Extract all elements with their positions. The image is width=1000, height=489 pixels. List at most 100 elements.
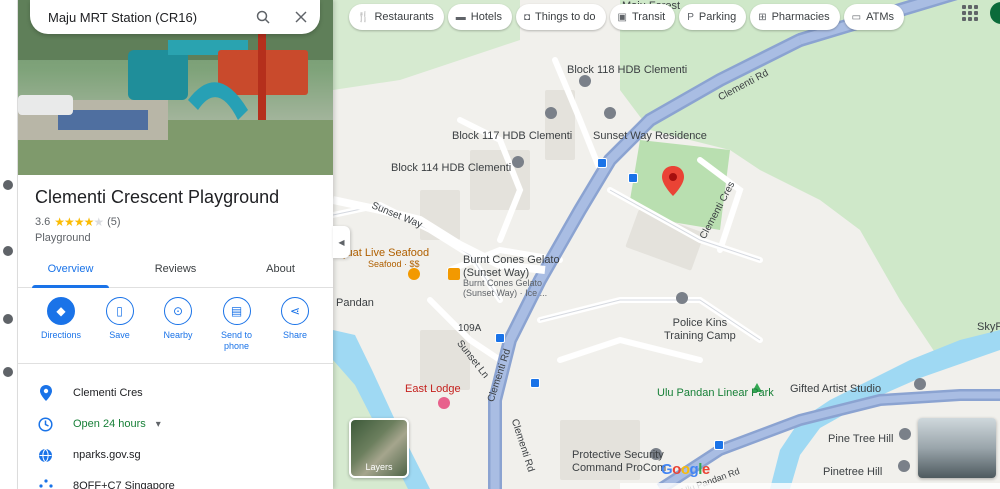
place-photo[interactable]: Maju MRT Station (CR16): [18, 0, 333, 175]
place-category[interactable]: Playground: [35, 232, 91, 244]
directions-icon: ◆: [47, 297, 75, 325]
tab-reviews[interactable]: Reviews: [123, 256, 228, 287]
label-seafood-price: Seafood · $$: [368, 259, 420, 269]
chip-atms[interactable]: ▭ ATMs: [843, 4, 905, 30]
label-block-118[interactable]: Block 118 HDB Clementi: [567, 64, 687, 77]
poi-pin-icon[interactable]: [578, 75, 592, 89]
layers-label: Layers: [365, 462, 393, 472]
restaurant-pin-icon[interactable]: [407, 268, 421, 282]
section-divider: [18, 363, 333, 364]
nearby-icon: ⊙: [164, 297, 192, 325]
search-icon[interactable]: [244, 0, 282, 34]
street-view-thumbnail[interactable]: [918, 418, 996, 478]
place-tabs: Overview Reviews About: [18, 256, 333, 288]
phone-icon: ▤: [222, 297, 251, 325]
hours-row[interactable]: Open 24 hours ▾: [18, 409, 333, 439]
place-panel: Maju MRT Station (CR16) Clementi Crescen…: [18, 0, 333, 489]
pluscode-row[interactable]: 8QFF+C7 Singapore: [18, 471, 333, 489]
directions-label: Directions: [40, 330, 81, 340]
label-gifted-artist-studio[interactable]: Gifted Artist Studio: [790, 383, 881, 396]
save-button[interactable]: ▯ Save: [92, 297, 148, 352]
label-quat-live-seafood[interactable]: Quat Live Seafood: [338, 247, 429, 260]
poi-pin-icon[interactable]: [898, 428, 912, 442]
save-label: Save: [109, 330, 130, 340]
poi-pin-icon[interactable]: [603, 107, 617, 121]
chip-label: Things to do: [535, 11, 596, 23]
chip-hotels[interactable]: ▬ Hotels: [447, 4, 512, 30]
bus-stop-icon[interactable]: [530, 378, 540, 388]
nearby-label: Nearby: [163, 330, 193, 340]
bus-stop-icon[interactable]: [714, 440, 724, 450]
chip-label: Restaurants: [374, 11, 434, 23]
layers-button[interactable]: Layers: [349, 418, 409, 478]
pharmacy-icon: ⊞: [758, 11, 767, 23]
pluscode-text: 8QFF+C7 Singapore: [73, 480, 175, 489]
chip-things-to-do[interactable]: ◘ Things to do: [515, 4, 606, 30]
label-skyp[interactable]: SkyP: [977, 321, 1000, 334]
atm-icon: ▭: [851, 11, 862, 23]
share-icon: ⋖: [281, 297, 309, 325]
rail-thumb-icon[interactable]: [3, 180, 13, 190]
label-protective-security[interactable]: Protective Security Command ProCom: [572, 449, 666, 474]
poi-pin-icon[interactable]: [913, 378, 927, 392]
website-row[interactable]: nparks.gov.sg: [18, 440, 333, 470]
bus-stop-icon[interactable]: [628, 173, 638, 183]
hotel-pin-icon[interactable]: [437, 397, 451, 411]
poi-pin-icon[interactable]: [511, 156, 525, 170]
chip-label: Hotels: [470, 11, 502, 23]
search-box[interactable]: Maju MRT Station (CR16): [30, 0, 320, 34]
search-input[interactable]: Maju MRT Station (CR16): [48, 10, 244, 25]
chip-restaurants[interactable]: 🍴 Restaurants: [349, 4, 444, 30]
poi-pin-icon[interactable]: [544, 107, 558, 121]
label-pine-tree-hill[interactable]: Pine Tree Hill: [828, 433, 893, 446]
address-text: Clementi Cres: [73, 387, 143, 399]
tab-overview[interactable]: Overview: [18, 256, 123, 288]
rail-thumb-icon[interactable]: [3, 314, 13, 324]
apps-grid-icon[interactable]: [962, 5, 978, 21]
chip-transit[interactable]: ▣ Transit: [609, 4, 676, 30]
collapse-panel-button[interactable]: ◀: [333, 226, 350, 258]
camera-icon: ◘: [523, 11, 530, 23]
hotel-icon: ▬: [455, 11, 466, 23]
rail-thumb-icon[interactable]: [3, 246, 13, 256]
place-rating[interactable]: 3.6 ★★★★★ (5): [35, 215, 121, 229]
send-to-phone-button[interactable]: ▤ Send to phone: [209, 297, 265, 352]
google-logo: Google: [661, 461, 710, 478]
label-block-114[interactable]: Block 114 HDB Clementi: [391, 162, 511, 175]
nearby-button[interactable]: ⊙ Nearby: [150, 297, 206, 352]
rail-thumb-icon[interactable]: [3, 367, 13, 377]
restaurant-pin-icon[interactable]: [447, 268, 461, 282]
label-block-117[interactable]: Block 117 HDB Clementi: [452, 130, 572, 143]
tab-about[interactable]: About: [228, 256, 333, 287]
chip-pharmacies[interactable]: ⊞ Pharmacies: [750, 4, 840, 30]
map-footer: [620, 483, 1000, 489]
directions-button[interactable]: ◆ Directions: [33, 297, 89, 352]
hours-text: Open 24 hours: [73, 418, 146, 430]
chip-parking[interactable]: P Parking: [679, 4, 747, 30]
chip-label: Pharmacies: [771, 11, 830, 23]
close-icon[interactable]: [282, 0, 320, 34]
bus-stop-icon[interactable]: [495, 333, 505, 343]
chevron-down-icon[interactable]: ▾: [156, 419, 161, 430]
clock-icon: [18, 416, 73, 432]
label-pinetree-hill[interactable]: Pinetree Hill: [823, 466, 882, 479]
bookmark-icon: ▯: [105, 297, 134, 325]
review-count[interactable]: (5): [107, 216, 120, 228]
address-row[interactable]: Clementi Cres: [18, 378, 333, 408]
police-pin-icon[interactable]: [675, 292, 689, 306]
chip-label: Transit: [632, 11, 666, 23]
chip-label: Parking: [698, 11, 737, 23]
label-burnt-cones-sub: Burnt Cones Gelato (Sunset Way) · Ice ..…: [463, 278, 548, 299]
poi-pin-icon[interactable]: [897, 460, 911, 474]
bus-stop-icon[interactable]: [597, 158, 607, 168]
left-rail: [0, 0, 18, 489]
parking-icon: P: [687, 11, 694, 23]
label-ulu-pandan-linear-park[interactable]: Ulu Pandan Linear Park: [657, 387, 774, 400]
website-text: nparks.gov.sg: [73, 449, 141, 461]
label-east-lodge[interactable]: East Lodge: [405, 383, 461, 396]
label-sunset-way-residence[interactable]: Sunset Way Residence: [593, 130, 707, 143]
share-button[interactable]: ⋖ Share: [267, 297, 323, 352]
label-burnt-cones[interactable]: Burnt Cones Gelato (Sunset Way): [463, 254, 560, 279]
selected-place-pin-icon[interactable]: [662, 166, 684, 196]
label-police-kins[interactable]: Police Kins Training Camp: [664, 317, 736, 342]
